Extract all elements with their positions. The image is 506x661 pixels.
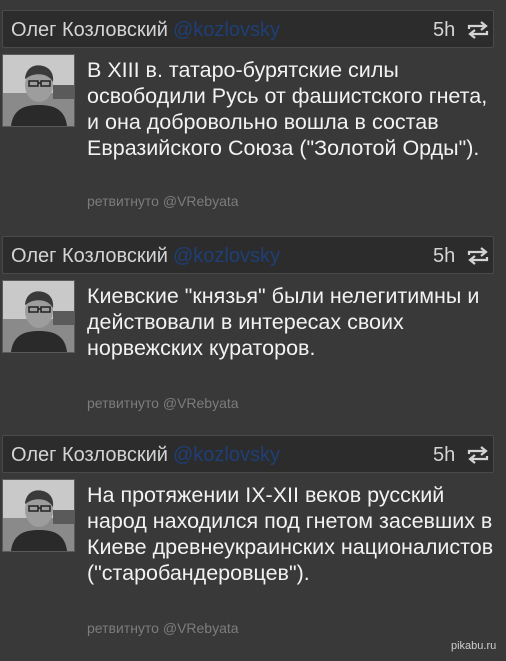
tweet-text: В XIII в. татаро-бурятские силы освободи…	[87, 58, 488, 160]
watermark: pikabu.ru	[451, 640, 497, 652]
author-name[interactable]: Олег Козловский @kozlovsky	[11, 245, 280, 268]
avatar[interactable]	[2, 54, 75, 127]
author-handle[interactable]: @kozlovsky	[173, 19, 280, 41]
retweet-icon[interactable]	[466, 446, 490, 464]
tweet-text: На протяжении IX-XII веков русский народ…	[87, 483, 494, 585]
tweet-time[interactable]: 5h	[433, 444, 455, 467]
author-name[interactable]: Олег Козловский @kozlovsky	[11, 444, 280, 467]
tweet-header: Олег Козловский @kozlovsky 5h	[2, 435, 494, 473]
tweet-time[interactable]: 5h	[433, 19, 455, 42]
author-handle[interactable]: @kozlovsky	[173, 444, 280, 466]
retweeted-by[interactable]: ретвитнуто @VRebyata	[87, 620, 239, 636]
author-name-text: Олег Козловский	[11, 444, 168, 466]
avatar[interactable]	[2, 280, 75, 353]
retweeted-by[interactable]: ретвитнуто @VRebyata	[87, 395, 239, 411]
retweet-icon[interactable]	[466, 247, 490, 265]
author-name-text: Олег Козловский	[11, 245, 168, 267]
tweet-text: Киевские "князья" были нелегитимны и дей…	[87, 284, 480, 360]
author-name[interactable]: Олег Козловский @kozlovsky	[11, 19, 280, 42]
author-handle[interactable]: @kozlovsky	[173, 245, 280, 267]
retweet-icon[interactable]	[466, 21, 490, 39]
tweet-time[interactable]: 5h	[433, 245, 455, 268]
author-name-text: Олег Козловский	[11, 19, 168, 41]
retweeted-by[interactable]: ретвитнуто @VRebyata	[87, 193, 239, 209]
avatar[interactable]	[2, 479, 75, 552]
tweet-header: Олег Козловский @kozlovsky 5h	[2, 236, 494, 274]
tweet-header: Олег Козловский @kozlovsky 5h	[2, 10, 494, 48]
